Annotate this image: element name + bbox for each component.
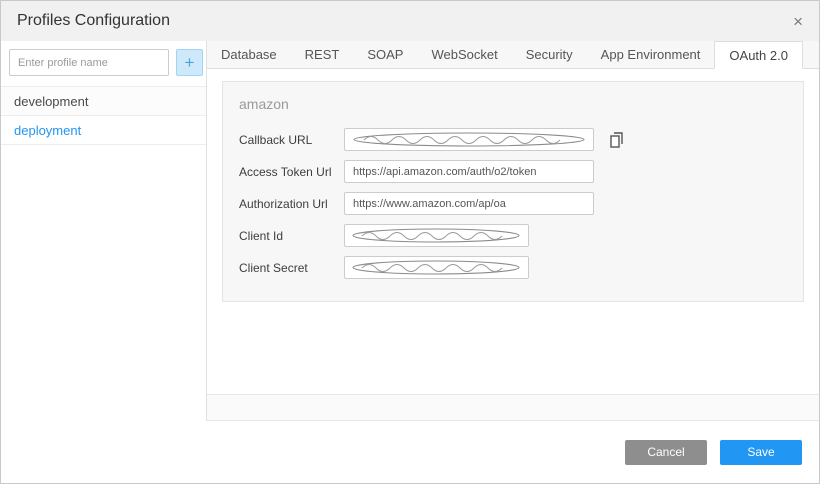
tab-database[interactable]: Database xyxy=(207,41,291,68)
main-area: Database REST SOAP WebSocket Security Ap… xyxy=(207,41,819,421)
sidebar-item-development[interactable]: development xyxy=(1,87,206,116)
tab-oauth-20[interactable]: OAuth 2.0 xyxy=(714,41,803,69)
field-label: Callback URL xyxy=(239,133,344,147)
authorization-url-input[interactable] xyxy=(344,192,594,215)
tab-rest[interactable]: REST xyxy=(291,41,354,68)
field-row: Client Id xyxy=(239,224,787,247)
sidebar-item-deployment[interactable]: deployment xyxy=(1,116,206,145)
save-button[interactable]: Save xyxy=(720,440,802,465)
tab-websocket[interactable]: WebSocket xyxy=(417,41,511,68)
tab-content: amazon Callback URL xyxy=(207,69,819,394)
redaction-scribble xyxy=(350,227,523,244)
field-row: Callback URL xyxy=(239,128,787,151)
field-row: Access Token Url xyxy=(239,160,787,183)
tab-bar: Database REST SOAP WebSocket Security Ap… xyxy=(207,41,819,69)
dialog-body: + development deployment Database REST S… xyxy=(1,41,819,421)
close-icon[interactable]: × xyxy=(793,13,803,30)
field-label: Client Id xyxy=(239,229,344,243)
profile-list: development deployment xyxy=(1,86,206,145)
section-title: amazon xyxy=(239,96,787,112)
field-label: Authorization Url xyxy=(239,197,344,211)
add-profile-button[interactable]: + xyxy=(176,49,203,76)
client-id-field[interactable] xyxy=(344,224,529,247)
redaction-scribble xyxy=(350,131,588,148)
field-row: Client Secret xyxy=(239,256,787,279)
client-secret-field[interactable] xyxy=(344,256,529,279)
oauth-panel: amazon Callback URL xyxy=(222,81,804,302)
callback-url-field[interactable] xyxy=(344,128,594,151)
dialog-header: Profiles Configuration × xyxy=(1,1,819,41)
profiles-configuration-dialog: Profiles Configuration × + development d… xyxy=(0,0,820,484)
field-label: Access Token Url xyxy=(239,165,344,179)
sidebar-top: + xyxy=(1,41,206,86)
copy-icon[interactable] xyxy=(608,130,625,149)
redaction-scribble xyxy=(350,259,523,276)
page-title: Profiles Configuration xyxy=(17,12,170,30)
tab-security[interactable]: Security xyxy=(512,41,587,68)
cancel-button[interactable]: Cancel xyxy=(625,440,707,465)
dialog-footer: Cancel Save xyxy=(1,421,819,483)
footer-strip xyxy=(207,394,819,421)
profiles-sidebar: + development deployment xyxy=(1,41,207,421)
field-row: Authorization Url xyxy=(239,192,787,215)
access-token-url-input[interactable] xyxy=(344,160,594,183)
tab-soap[interactable]: SOAP xyxy=(353,41,417,68)
profile-name-input[interactable] xyxy=(9,49,169,76)
field-label: Client Secret xyxy=(239,261,344,275)
tab-app-environment[interactable]: App Environment xyxy=(587,41,715,68)
